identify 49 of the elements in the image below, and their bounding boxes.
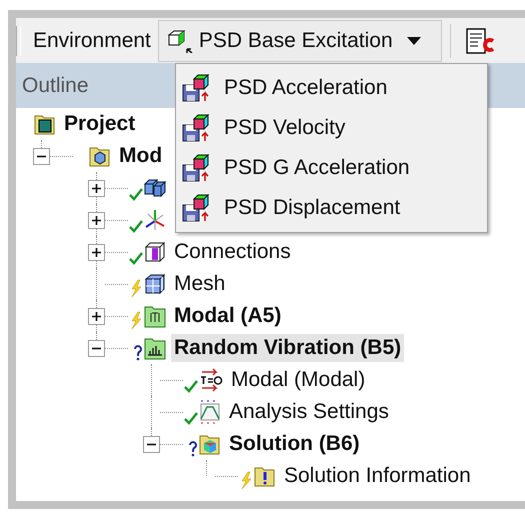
expand-toggle[interactable]	[88, 244, 105, 260]
question-icon	[188, 439, 198, 457]
floppy-cube-icon	[182, 113, 212, 143]
tree-item[interactable]: Modal (A5)	[171, 302, 284, 330]
equation-arrows-icon	[198, 368, 224, 392]
menu-item[interactable]: PSD Velocity	[176, 108, 487, 148]
expand-toggle[interactable]	[88, 212, 105, 228]
floppy-cube-icon	[182, 73, 212, 103]
tree-item[interactable]: Solution (B6)	[226, 430, 363, 458]
psd-base-excitation-dropdown[interactable]: PSD Base Excitation	[158, 20, 442, 62]
menu-item[interactable]: PSD Acceleration	[176, 68, 487, 108]
check-icon	[129, 187, 143, 201]
tree-item[interactable]: Project	[61, 110, 138, 138]
question-icon	[133, 343, 143, 361]
tree-item[interactable]: Mod	[116, 142, 166, 170]
blocks-icon	[143, 176, 167, 200]
check-icon	[184, 379, 198, 393]
floppy-cube-icon	[182, 193, 212, 223]
menu-item[interactable]: PSD Displacement	[176, 188, 487, 228]
lightning-icon	[129, 279, 143, 297]
check-icon	[184, 411, 198, 425]
tree-item[interactable]: Mesh	[171, 270, 228, 298]
tree-item[interactable]: Solution Information	[281, 462, 474, 490]
lightning-icon	[239, 471, 253, 489]
lightning-icon	[129, 311, 143, 329]
cube-cursor-icon	[166, 28, 193, 52]
menu-item[interactable]: PSD G Acceleration	[176, 148, 487, 188]
tree-item[interactable]: Analysis Settings	[226, 398, 392, 426]
collapse-toggle[interactable]	[143, 436, 160, 452]
bar-chart-folder-icon	[143, 336, 167, 360]
check-icon	[129, 251, 143, 265]
environment-button[interactable]: Environment	[29, 24, 155, 56]
floppy-cube-icon	[182, 153, 212, 183]
tree-item[interactable]: Random Vibration (B5)	[171, 334, 404, 362]
trapezoid-graph-icon	[198, 400, 222, 424]
collapse-toggle[interactable]	[88, 340, 105, 356]
tree-item[interactable]: Connections	[171, 238, 294, 266]
expand-toggle[interactable]	[88, 308, 105, 324]
modal-folder-icon	[143, 304, 167, 328]
check-icon	[129, 219, 143, 233]
mesh-icon	[143, 272, 167, 296]
caret-icon	[406, 36, 421, 44]
expand-toggle[interactable]	[88, 180, 105, 196]
tree-item[interactable]: Modal (Modal)	[228, 366, 368, 394]
connections-icon	[143, 240, 167, 264]
coordinate-axes-icon	[143, 208, 167, 232]
report-document-icon	[464, 26, 495, 54]
outline-title: Outline	[22, 74, 89, 98]
collapse-toggle[interactable]	[33, 148, 50, 164]
